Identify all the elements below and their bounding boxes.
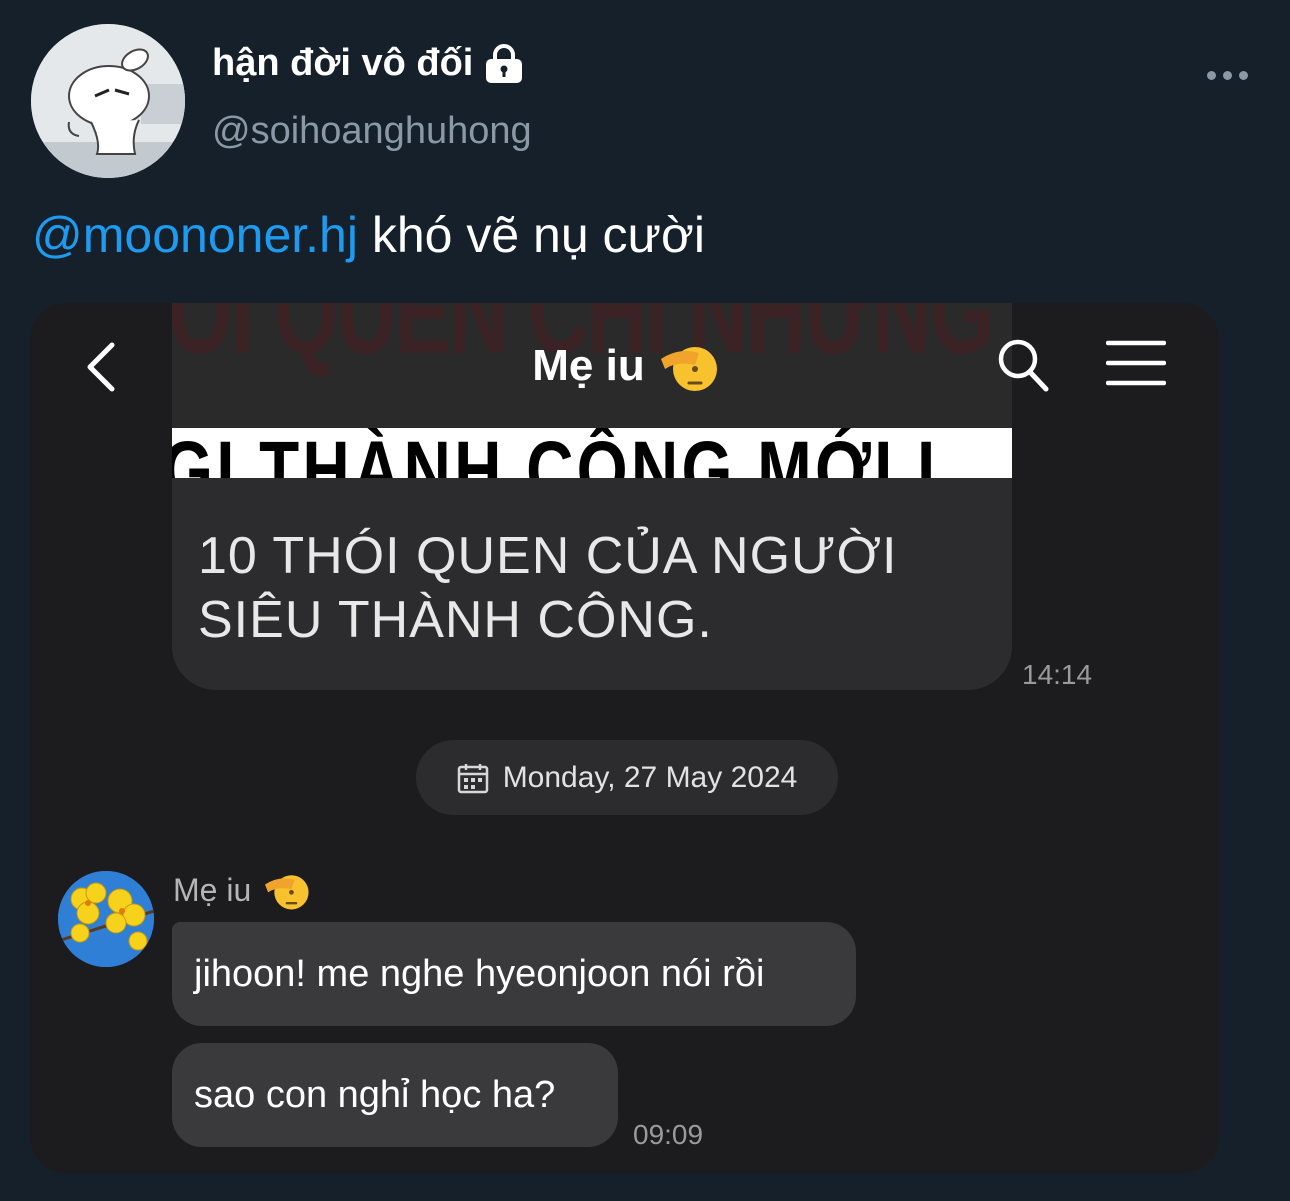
shared-post-caption: 10 THÓI QUEN CỦA NGƯỜI SIÊU THÀNH CÔNG. [198, 524, 958, 652]
date-separator: Monday, 27 May 2024 [416, 740, 838, 815]
dot [1206, 70, 1216, 80]
more-options-icon[interactable] [1200, 60, 1254, 90]
saluting-face-icon [659, 339, 717, 393]
tweet-body: khó vẽ nụ cười [357, 207, 705, 263]
date-separator-text: Monday, 27 May 2024 [502, 760, 798, 794]
message-text: jihoon! me nghe hyeonjoon nói rồi [194, 952, 765, 995]
shared-post-bubble[interactable]: 10 THÓI QUEN CỦA NGƯỜI SIÊU THÀNH CÔNG. [172, 478, 1012, 690]
message-bubble[interactable]: jihoon! me nghe hyeonjoon nói rồi [172, 922, 856, 1026]
message-bubble[interactable]: sao con nghỉ học ha? [172, 1043, 618, 1147]
calendar-icon [457, 762, 489, 794]
sender-name-text: Mẹ iu [173, 871, 252, 908]
tweet: hận đời vô đối @soihoanghuhong @moononer… [0, 0, 1290, 1201]
sender-name: Mẹ iu [173, 869, 309, 911]
menu-icon[interactable] [1105, 339, 1167, 387]
mention-link[interactable]: @moononer.hj [32, 207, 358, 263]
saluting-face-icon [263, 869, 309, 911]
search-icon[interactable] [996, 335, 1050, 393]
display-name[interactable]: hận đời vô đối [212, 42, 525, 85]
user-handle[interactable]: @soihoanghuhong [212, 110, 532, 153]
message-time: 14:14 [1022, 659, 1093, 690]
attached-image[interactable]: ÓI QUEN CHI NHỮNG T Mẹ iu GI THÀNH CÔNG … [30, 303, 1219, 1173]
tweet-text: @moononer.hj khó vẽ nụ cười [32, 206, 705, 264]
caption-line-1: 10 THÓI QUEN CỦA NGƯỜI [198, 527, 898, 585]
profile-avatar[interactable] [31, 24, 185, 178]
sender-avatar[interactable] [58, 871, 154, 967]
display-name-text: hận đời vô đối [212, 42, 474, 84]
dot [1222, 70, 1232, 80]
chat-title-text: Mẹ iu [532, 341, 645, 390]
message-text: sao con nghỉ học ha? [194, 1073, 556, 1116]
banner-strip-text: GI THÀNH CÔNG MỚI L [172, 428, 961, 478]
banner-image-strip: GI THÀNH CÔNG MỚI L [172, 428, 1012, 478]
dot [1238, 70, 1248, 80]
caption-line-2: SIÊU THÀNH CÔNG. [198, 591, 713, 649]
lock-icon [483, 43, 525, 84]
message-time: 09:09 [633, 1119, 704, 1150]
